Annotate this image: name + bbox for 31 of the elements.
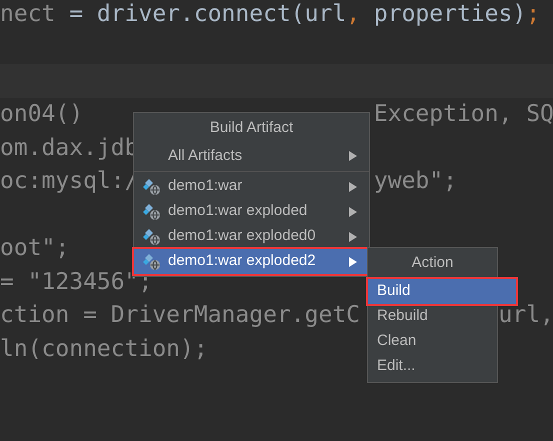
code-text: ction = DriverManager.getC bbox=[0, 305, 360, 326]
code-text: oot"; bbox=[0, 238, 70, 258]
code-text: Exception, SQ bbox=[374, 104, 553, 124]
code-text: = "123456"; bbox=[0, 272, 152, 292]
code-text: on04() bbox=[0, 104, 84, 124]
menu-item[interactable]: demo1:war exploded2 bbox=[134, 249, 369, 274]
submenu-arrow-icon bbox=[349, 206, 357, 216]
code-text: ; bbox=[526, 4, 540, 24]
code-text: nect bbox=[0, 4, 56, 24]
menu-item[interactable]: Build bbox=[368, 279, 516, 304]
artifact-icon bbox=[143, 228, 161, 244]
code-text: , bbox=[346, 4, 360, 24]
submenu-arrow-icon bbox=[349, 151, 357, 161]
code-text: yweb"; bbox=[374, 171, 457, 192]
code-text: url, bbox=[498, 305, 553, 326]
menu-item[interactable]: Edit... bbox=[368, 354, 497, 379]
code-text: properties) bbox=[372, 4, 526, 24]
menu-item[interactable]: Clean bbox=[368, 329, 497, 354]
menu-item[interactable]: demo1:war exploded0 bbox=[134, 224, 369, 249]
menu-item[interactable]: Rebuild bbox=[368, 304, 497, 329]
artifact-icon bbox=[143, 204, 161, 220]
popup-title: Action bbox=[410, 253, 454, 274]
code-text: ln(connection); bbox=[0, 338, 208, 359]
submenu-arrow-icon bbox=[349, 256, 357, 266]
menu-item[interactable]: demo1:war exploded bbox=[134, 199, 369, 224]
popup-title: Build Artifact bbox=[208, 118, 294, 138]
submenu-arrow-icon bbox=[349, 182, 357, 192]
code-text: = driver.connect(url bbox=[68, 4, 346, 24]
submenu-arrow-icon bbox=[349, 232, 357, 242]
artifact-icon bbox=[143, 254, 161, 270]
artifact-icon bbox=[143, 178, 161, 194]
